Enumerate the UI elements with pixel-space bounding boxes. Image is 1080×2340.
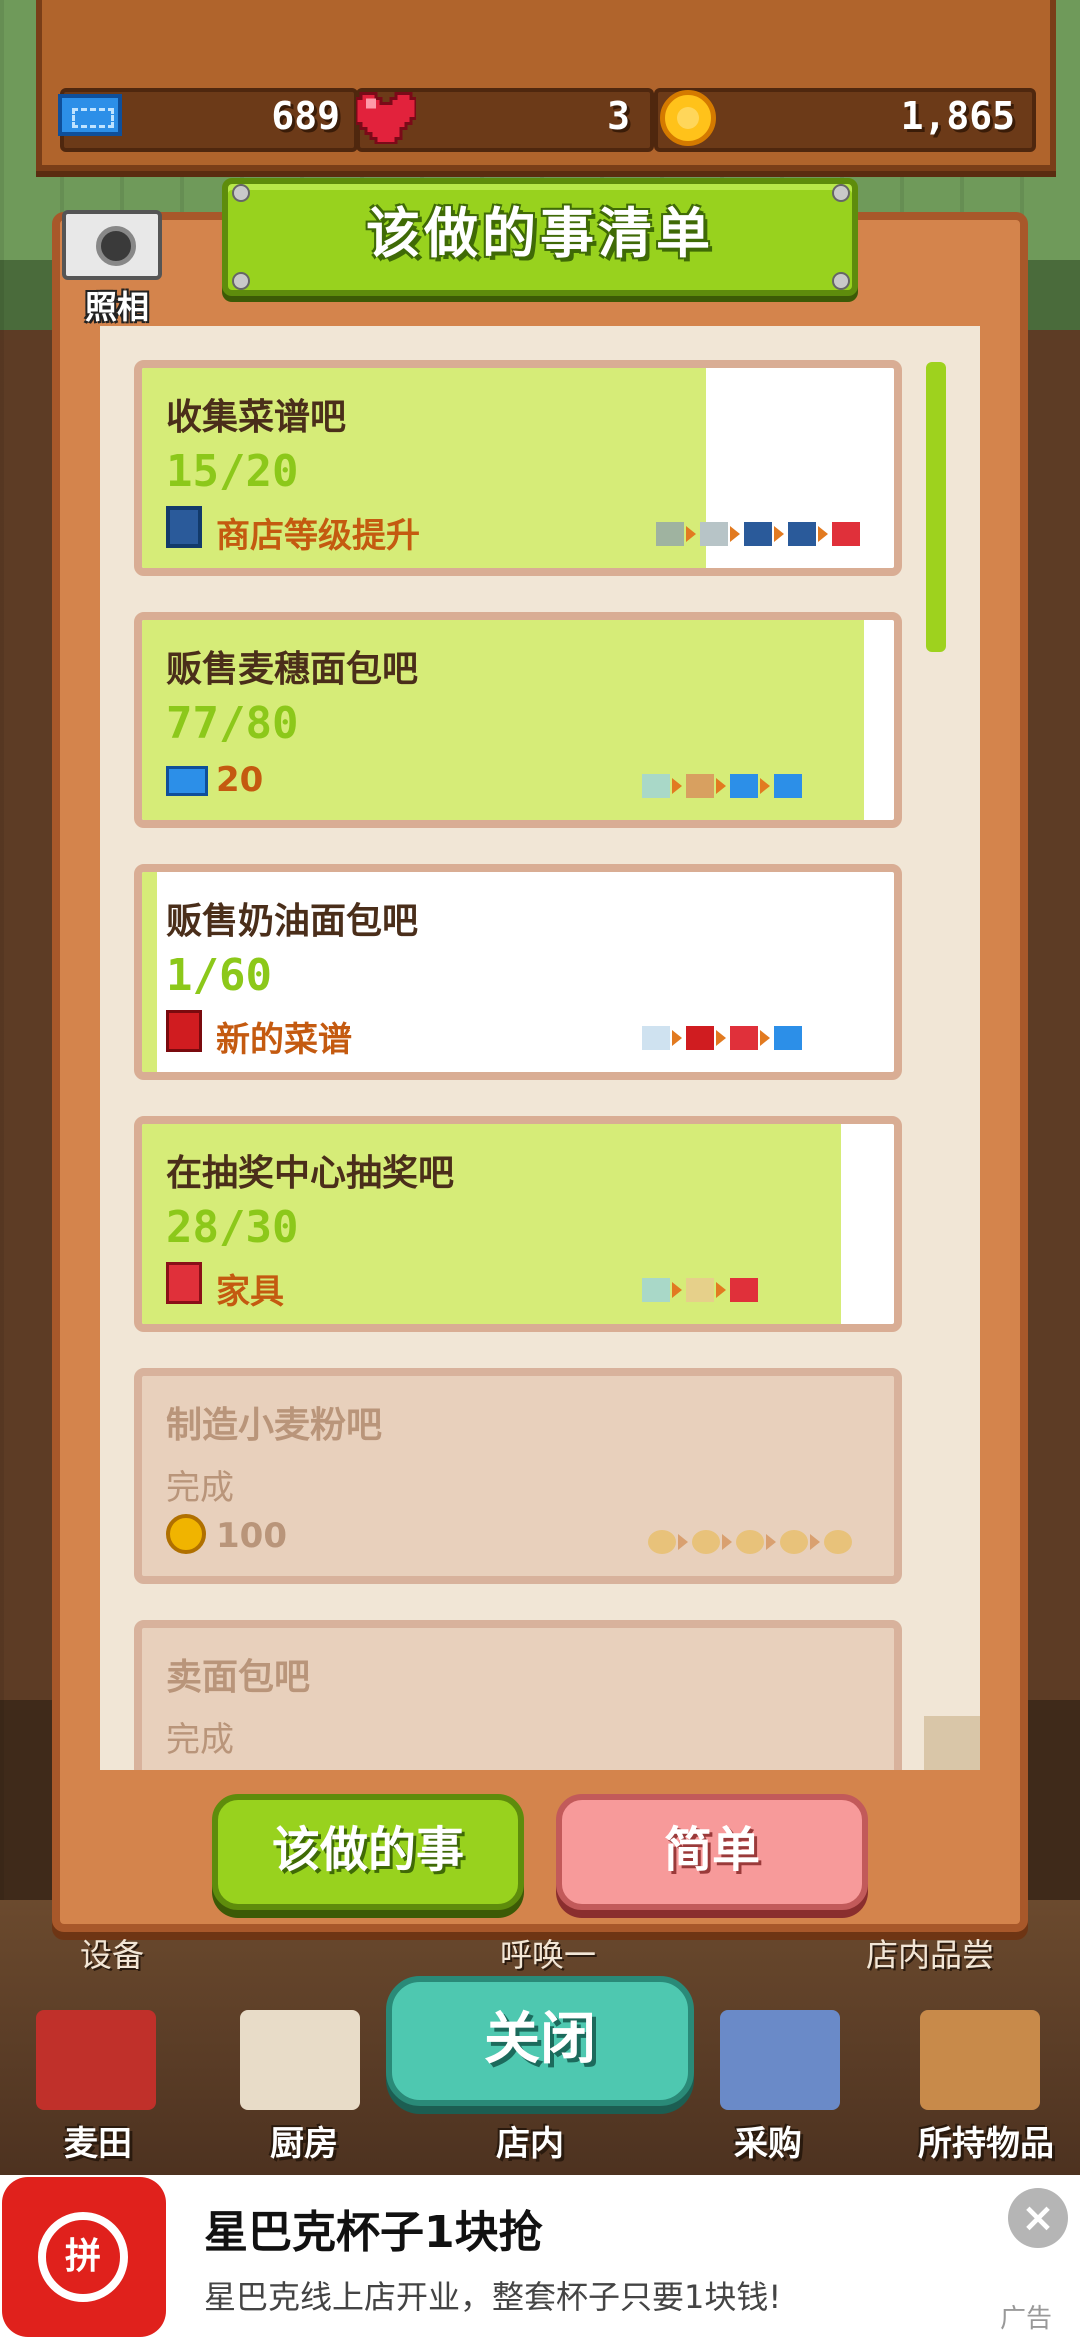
ad-title: 星巴克杯子1块抢 xyxy=(204,2207,543,2258)
ad-logo-text: 拼 xyxy=(64,2236,101,2277)
reward-track xyxy=(656,518,886,550)
heart-count: 3 xyxy=(607,94,630,138)
quest-card[interactable]: 制造小麦粉吧 完成 100 xyxy=(134,1368,902,1584)
tab-easy[interactable]: 简单 xyxy=(556,1794,868,1910)
ticket-icon xyxy=(166,766,208,796)
field-icon xyxy=(36,2010,156,2110)
quest-title: 在抽奖中心抽奖吧 xyxy=(166,1153,455,1194)
quest-reward: 新的菜谱 xyxy=(216,1020,352,1060)
quest-progress-fill xyxy=(142,872,158,1072)
quest-title: 卖面包吧 xyxy=(166,1657,311,1698)
camera-button[interactable]: 照相 xyxy=(62,210,168,326)
reward-track xyxy=(642,1022,832,1054)
recipe-book-icon xyxy=(166,1010,202,1052)
camera-icon xyxy=(62,210,162,280)
reward-track xyxy=(642,1274,792,1306)
quest-reward: 商店等级提升 xyxy=(216,516,420,556)
shop-icon xyxy=(166,506,202,548)
ad-tag: 广告 xyxy=(1000,2304,1053,2334)
nav-field[interactable]: 麦田 xyxy=(18,2116,178,2165)
panel-title: 该做的事清单 xyxy=(366,202,714,265)
quest-title: 制造小麦粉吧 xyxy=(166,1405,383,1446)
quest-title: 收集菜谱吧 xyxy=(166,397,347,438)
nav-kitchen[interactable]: 厨房 xyxy=(224,2116,384,2165)
close-button[interactable]: 关闭 xyxy=(386,1976,694,2106)
behind-label-tasting: 店内品尝 xyxy=(866,1936,995,1974)
quest-card[interactable]: 贩售麦穗面包吧 77/80 20 xyxy=(134,612,902,828)
quest-status: 完成 xyxy=(166,1468,234,1508)
quest-reward: 100 xyxy=(216,1516,287,1556)
coin-stack-icon xyxy=(166,1514,206,1554)
quest-card[interactable]: 在抽奖中心抽奖吧 28/30 家具 xyxy=(134,1116,902,1332)
gift-icon xyxy=(166,1262,202,1304)
behind-label-call: 呼唤一 xyxy=(500,1936,597,1974)
heart-icon xyxy=(356,92,416,144)
quest-progress: 1/60 xyxy=(166,950,272,1001)
reward-track xyxy=(642,770,832,802)
nav-purchase[interactable]: 采购 xyxy=(688,2116,848,2165)
reward-track xyxy=(648,1526,878,1558)
tab-todo[interactable]: 该做的事 xyxy=(212,1794,524,1910)
scrollbar[interactable] xyxy=(926,362,946,652)
quest-title: 贩售奶油面包吧 xyxy=(166,901,419,942)
ticket-icon xyxy=(58,94,122,136)
quest-card[interactable]: 收集菜谱吧 15/20 商店等级提升 xyxy=(134,360,902,576)
quest-title: 贩售麦穗面包吧 xyxy=(166,649,419,690)
ad-description: 星巴克线上店开业，整套杯子只要1块钱! xyxy=(204,2278,782,2316)
nav-store[interactable]: 店内 xyxy=(450,2116,610,2165)
quest-list[interactable]: 收集菜谱吧 15/20 商店等级提升 贩售麦穗面包吧 77/80 20 贩售奶油… xyxy=(100,326,980,1770)
kitchen-icon xyxy=(240,2010,360,2110)
camera-lens xyxy=(96,226,136,266)
coin-count: 1,865 xyxy=(900,94,1015,138)
quest-card[interactable]: 卖面包吧 完成 xyxy=(134,1620,902,1770)
nav-inventory[interactable]: 所持物品 xyxy=(896,2116,1076,2165)
camera-label: 照相 xyxy=(84,288,149,326)
coin-icon xyxy=(660,90,716,146)
quest-progress: 77/80 xyxy=(166,698,299,749)
paper-corner-fold xyxy=(924,1716,980,1770)
quest-progress: 15/20 xyxy=(166,446,299,497)
box-icon xyxy=(920,2010,1040,2110)
ad-close-icon[interactable]: × xyxy=(1008,2188,1068,2248)
quest-progress: 28/30 xyxy=(166,1202,299,1253)
quest-reward: 20 xyxy=(216,760,264,800)
behind-label-equipment: 设备 xyxy=(80,1936,145,1974)
ticket-count: 689 xyxy=(271,94,340,138)
quest-card[interactable]: 贩售奶油面包吧 1/60 新的菜谱 xyxy=(134,864,902,1080)
quest-status: 完成 xyxy=(166,1720,234,1760)
shop-items-icon xyxy=(720,2010,840,2110)
quest-reward: 家具 xyxy=(216,1272,284,1312)
